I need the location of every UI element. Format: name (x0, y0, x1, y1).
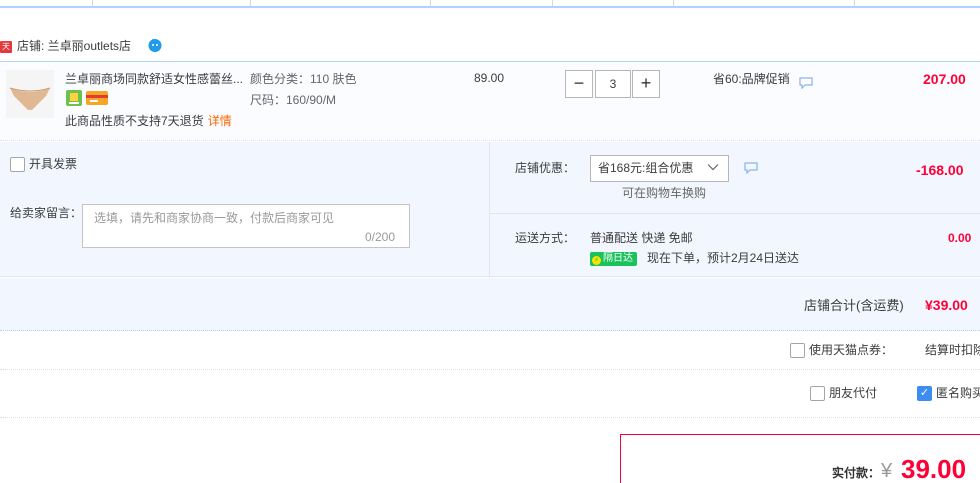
quantity-increase-button[interactable]: + (632, 70, 660, 98)
anonymous-label[interactable]: 匿名购买 (936, 386, 980, 401)
shipping-method: 普通配送 快递 免邮 (590, 231, 693, 245)
chat-bubble-icon[interactable] (799, 77, 813, 92)
message-label: 给卖家留言： (10, 206, 83, 220)
shop-promo-selected: 省168元:组合优惠 (598, 161, 694, 175)
shop-total-value: ¥39.00 (925, 297, 968, 313)
product-badges (66, 90, 110, 109)
table-header-strip (0, 0, 980, 8)
invoice-checkbox[interactable] (10, 157, 25, 172)
item-subtotal: 207.00 (923, 71, 966, 87)
card-badge-icon (86, 91, 108, 105)
options-divider (489, 142, 490, 277)
options-hdivider (490, 213, 980, 214)
friend-pay-checkbox[interactable] (810, 386, 825, 401)
item-promotion: 省60:品牌促销 (713, 72, 790, 86)
wangwang-chat-icon[interactable] (147, 37, 163, 53)
shop-promo-amount: -168.00 (916, 162, 964, 178)
points-label[interactable]: 使用天猫点券： (809, 343, 893, 358)
invoice-label[interactable]: 开具发票 (29, 157, 77, 172)
shipping-cost: 0.00 (948, 231, 972, 245)
unit-price: 89.00 (474, 71, 505, 85)
sku-size: 尺码：160/90/M (250, 93, 337, 107)
tmall-badge: 天猫 (0, 41, 12, 63)
shop-name[interactable]: 店铺: 兰卓丽outlets店 (17, 38, 131, 54)
quantity-decrease-button[interactable]: − (565, 70, 593, 98)
lightning-icon: ⚡ (592, 256, 601, 265)
settle-note: 结算时扣除 (925, 343, 980, 357)
message-char-count: 0/200 (365, 230, 396, 244)
product-thumbnail[interactable] (6, 70, 54, 118)
row-separator (0, 369, 980, 370)
pay-label: 实付款： (832, 466, 881, 480)
detail-link[interactable]: 详情 (208, 114, 232, 128)
seller-message-placeholder: 选填，请先和商家协商一致，付款后商家可见 (94, 211, 335, 225)
quantity-input[interactable]: 3 (595, 70, 631, 98)
shop-total-label: 店铺合计(含运费) (804, 298, 904, 313)
sku-color: 颜色分类：110 肤色 (250, 72, 357, 86)
no-return-text: 此商品性质不支持7天退货 (65, 114, 204, 128)
row-separator (0, 417, 980, 418)
shop-promo-note: 可在购物车换购 (622, 186, 707, 200)
shipping-label: 运送方式： (515, 231, 576, 245)
pay-currency: ¥ (881, 460, 893, 482)
member-badge-icon (66, 90, 82, 106)
no-return-notice: 此商品性质不支持7天退货 详情 (65, 113, 232, 129)
chevron-down-icon (706, 160, 720, 174)
anonymous-checkbox[interactable]: ✓ (917, 386, 932, 401)
pay-amount: 39.00 (901, 454, 967, 483)
chat-bubble-icon[interactable] (744, 162, 758, 177)
next-day-badge: ⚡ 隔日达 (590, 252, 637, 266)
shop-promo-label: 店铺优惠： (515, 161, 576, 175)
checkmark-icon: ✓ (919, 387, 930, 399)
friend-pay-label[interactable]: 朋友代付 (829, 386, 877, 401)
delivery-estimate: 现在下单，预计2月24日送达 (647, 251, 800, 265)
next-day-text: 隔日达 (603, 253, 633, 264)
product-title[interactable]: 兰卓丽商场同款舒适女性感蕾丝... (65, 71, 245, 87)
points-checkbox[interactable] (790, 343, 805, 358)
